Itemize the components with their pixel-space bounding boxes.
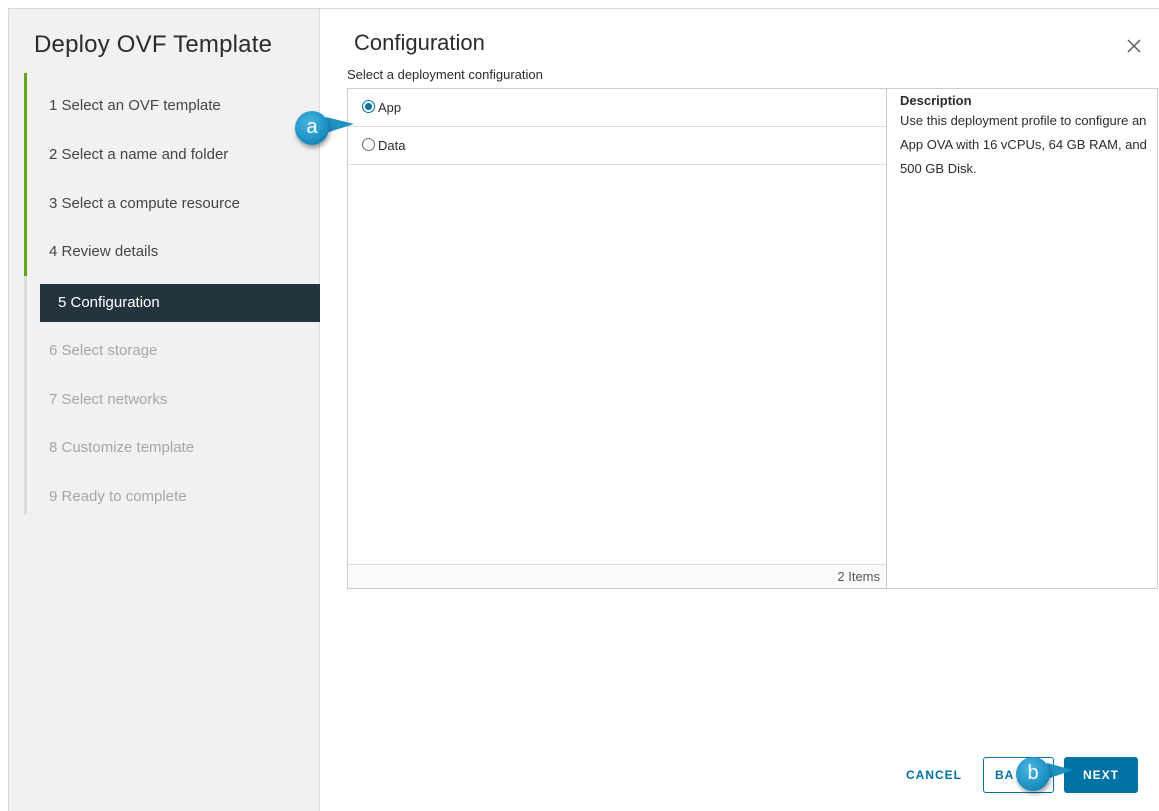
- cancel-button[interactable]: CANCEL: [890, 757, 978, 793]
- grid-footer-count: 2 Items: [348, 564, 886, 588]
- description-text: Use this deployment profile to configure…: [900, 113, 1147, 176]
- configuration-grid: App Data 2 Items: [347, 88, 887, 589]
- page-title: Configuration: [354, 30, 485, 55]
- close-icon[interactable]: [1124, 36, 1144, 56]
- callout-a-pointer: [326, 117, 354, 133]
- radio-app[interactable]: [362, 100, 375, 113]
- wizard-step-4[interactable]: 4 Review details: [31, 233, 311, 271]
- wizard-title: Deploy OVF Template: [34, 31, 273, 58]
- wizard-step-7: 7 Select networks: [49, 391, 168, 408]
- back-button-label: BA: [995, 768, 1015, 782]
- description-title: Description: [900, 93, 972, 108]
- wizard-step-5[interactable]: 5 Configuration: [40, 284, 320, 322]
- callout-badge-a: a: [295, 111, 329, 145]
- option-label: App: [378, 100, 402, 115]
- wizard-step-3[interactable]: 3 Select a compute resource: [31, 185, 311, 223]
- option-label: Data: [378, 138, 406, 153]
- wizard-step-9: 9 Ready to complete: [49, 488, 187, 505]
- radio-data[interactable]: [362, 138, 375, 151]
- wizard-step-8: 8 Customize template: [49, 439, 195, 456]
- config-option-data[interactable]: Data: [348, 127, 886, 165]
- wizard-step-2[interactable]: 2 Select a name and folder: [31, 136, 311, 174]
- config-option-app[interactable]: App: [348, 89, 886, 127]
- steps-progress-done: [24, 73, 27, 276]
- description-panel: Description Use this deployment profile …: [887, 88, 1158, 589]
- callout-b-pointer: [1047, 763, 1073, 779]
- next-button[interactable]: NEXT: [1064, 757, 1138, 793]
- section-subtitle: Select a deployment configuration: [347, 67, 543, 82]
- callout-badge-b: b: [1016, 757, 1050, 791]
- wizard-step-1[interactable]: 1 Select an OVF template: [31, 87, 311, 125]
- wizard-step-6: 6 Select storage: [49, 342, 158, 359]
